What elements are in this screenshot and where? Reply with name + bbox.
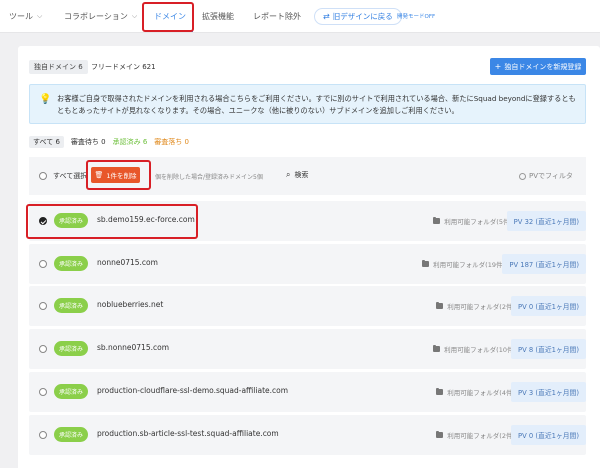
folder-count-label: 利用可能フォルダ(19件): [433, 261, 505, 269]
table-row[interactable]: 承認済み nonne0715.com 利用可能フォルダ(19件) PV 187 …: [29, 244, 586, 284]
domain-name: noblueberries.net: [97, 300, 164, 309]
folder-count-label: 利用可能フォルダ(2件): [447, 432, 515, 440]
pv-count: PV 3 (直近1ヶ月間): [510, 382, 586, 402]
status-badge: 承認済み: [54, 341, 88, 356]
folder-icon: [436, 387, 444, 395]
swap-arrow-icon: ⇄: [323, 12, 330, 21]
old-design-button[interactable]: ⇄ 旧デザインに戻る: [314, 8, 402, 25]
domain-name: production.sb-article-ssl-test.squad-aff…: [97, 429, 279, 438]
filter-circle-icon: [519, 172, 526, 180]
register-domain-button[interactable]: + 独自ドメインを新規登録: [490, 58, 586, 75]
search-icon: ⌕: [286, 170, 291, 179]
nav-item-tools[interactable]: ツール ⌵: [9, 0, 42, 33]
delete-note: 個を削除した場合/登録済みドメイン5個: [155, 174, 263, 181]
filter-pending[interactable]: 審査待ち 0: [71, 137, 106, 147]
lightbulb-icon: 💡: [39, 94, 52, 105]
nav-item-report-exclusion[interactable]: レポート除外: [253, 0, 301, 33]
row-select-radio[interactable]: [39, 388, 47, 396]
info-banner: 💡 お客様ご自身で取得されたドメインを利用される場合こちらをご利用ください。すで…: [29, 84, 586, 124]
pv-count: PV 32 (直近1ヶ月間): [506, 211, 586, 231]
folder-icon: [436, 301, 444, 309]
pv-filter-button[interactable]: PVでフィルタ: [519, 171, 573, 181]
table-row[interactable]: 承認済み production.sb-article-ssl-test.squa…: [29, 415, 586, 455]
old-design-label: 旧デザインに戻る: [332, 12, 393, 21]
highlight-box-row: [26, 204, 198, 239]
nav-item-label: 拡張機能: [202, 12, 234, 21]
plus-icon: +: [494, 62, 502, 71]
nav-item-label: ツール: [9, 12, 33, 21]
status-badge: 承認済み: [54, 384, 88, 399]
folder-icon: [436, 430, 444, 438]
table-row[interactable]: 承認済み production-cloudflare-ssl-demo.squa…: [29, 372, 586, 412]
select-all-radio[interactable]: [39, 172, 47, 180]
register-button-label: 独自ドメインを新規登録: [504, 62, 582, 71]
tab-own-domain[interactable]: 独自ドメイン 6: [29, 60, 88, 74]
folder-count[interactable]: 利用可能フォルダ(2件): [436, 430, 515, 440]
info-text: お客様ご自身で取得されたドメインを利用される場合こちらをご利用ください。すでに別…: [57, 94, 576, 115]
highlight-box-nav: [142, 2, 194, 32]
row-select-radio[interactable]: [39, 431, 47, 439]
row-select-radio[interactable]: [39, 260, 47, 268]
chevron-down-icon: ⌵: [37, 12, 43, 20]
search-label: 検索: [294, 171, 309, 179]
folder-count[interactable]: 利用可能フォルダ(2件): [436, 301, 515, 311]
dev-mode-toggle[interactable]: 開発モードOFF: [397, 12, 435, 20]
status-badge: 承認済み: [54, 427, 88, 442]
folder-count-label: 利用可能フォルダ(4件): [447, 389, 515, 397]
pv-count: PV 187 (直近1ヶ月間): [502, 254, 586, 274]
chevron-down-icon: ⌵: [131, 12, 138, 20]
folder-count-label: 利用可能フォルダ(5件): [444, 218, 512, 226]
nav-item-extensions[interactable]: 拡張機能: [202, 0, 234, 33]
nav-item-label: レポート除外: [253, 12, 301, 21]
table-row[interactable]: 承認済み sb.nonne0715.com 利用可能フォルダ(10件) PV 8…: [29, 329, 586, 369]
filter-all[interactable]: すべて 6: [29, 136, 64, 148]
top-nav: ツール ⌵ コラボレーション ⌵ ドメイン 拡張機能 レポート除外 ⇄ 旧デザイ…: [0, 0, 600, 33]
tab-free-domain[interactable]: フリードメイン 621: [91, 60, 156, 74]
pv-filter-label: PVでフィルタ: [529, 172, 573, 180]
row-select-radio[interactable]: [39, 345, 47, 353]
domain-name: nonne0715.com: [97, 258, 158, 267]
search-button[interactable]: ⌕ 検索: [286, 170, 308, 180]
folder-icon: [433, 344, 441, 352]
status-badge: 承認済み: [54, 298, 88, 313]
select-all-label[interactable]: すべて選択: [53, 171, 87, 181]
domain-name: production-cloudflare-ssl-demo.squad-aff…: [97, 386, 289, 395]
status-filters: すべて 6 審査待ち 0 承認済み 6 審査落ち 0: [29, 136, 189, 148]
folder-count-label: 利用可能フォルダ(2件): [447, 303, 515, 311]
folder-icon: [433, 216, 441, 224]
filter-approved[interactable]: 承認済み 6: [113, 137, 148, 147]
highlight-box-delete: [86, 160, 151, 190]
folder-count-label: 利用可能フォルダ(10件): [444, 346, 516, 354]
pv-count: PV 0 (直近1ヶ月間): [510, 425, 586, 445]
folder-count[interactable]: 利用可能フォルダ(19件): [422, 259, 505, 269]
pv-count: PV 0 (直近1ヶ月間): [510, 296, 586, 316]
nav-item-label: コラボレーション: [64, 12, 128, 21]
pv-count: PV 8 (直近1ヶ月間): [510, 339, 586, 359]
status-badge: 承認済み: [54, 256, 88, 271]
folder-count[interactable]: 利用可能フォルダ(4件): [436, 387, 515, 397]
folder-count[interactable]: 利用可能フォルダ(10件): [433, 344, 516, 354]
filter-rejected[interactable]: 審査落ち 0: [154, 137, 189, 147]
row-select-radio[interactable]: [39, 302, 47, 310]
table-row[interactable]: 承認済み noblueberries.net 利用可能フォルダ(2件) PV 0…: [29, 286, 586, 326]
folder-count[interactable]: 利用可能フォルダ(5件): [433, 216, 512, 226]
domain-name: sb.nonne0715.com: [97, 343, 170, 352]
nav-item-collaboration[interactable]: コラボレーション ⌵: [64, 0, 137, 33]
folder-icon: [422, 259, 430, 267]
